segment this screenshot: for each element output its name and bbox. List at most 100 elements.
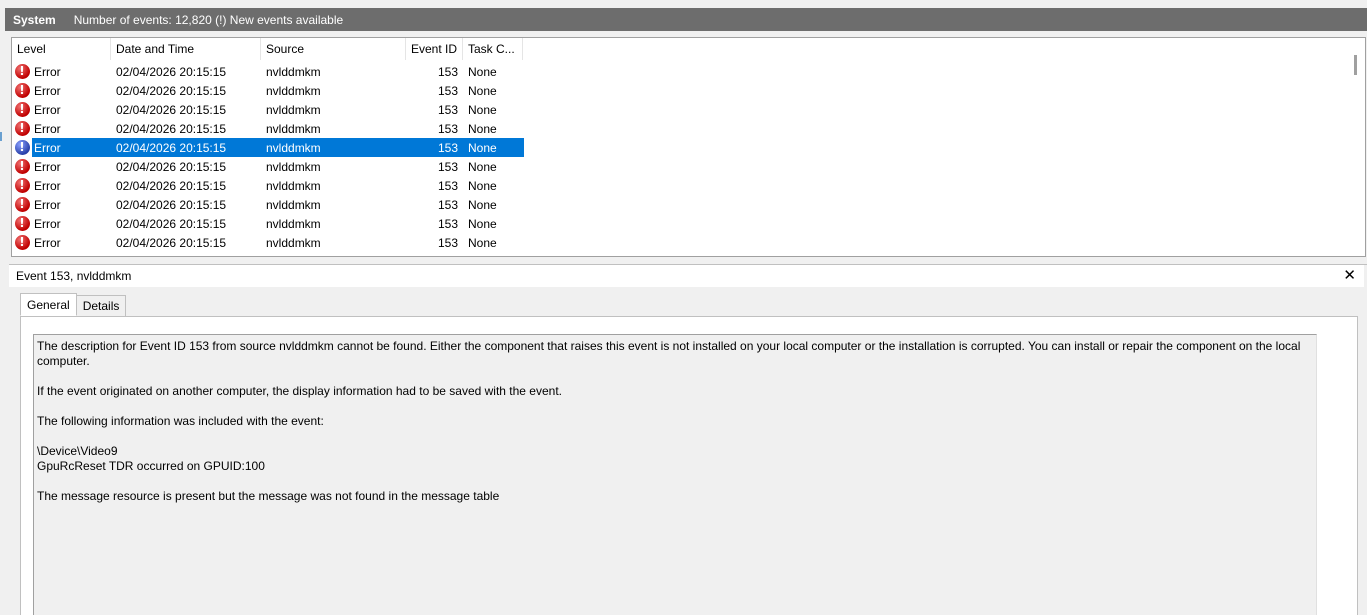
- error-icon: !: [14, 235, 30, 250]
- cell-source: nvlddmkm: [266, 197, 321, 212]
- left-edge-marker: [0, 132, 2, 141]
- cell-source: nvlddmkm: [266, 121, 321, 136]
- table-row[interactable]: ! Error 02/04/2026 20:15:15 nvlddmkm 153 None: [12, 157, 524, 176]
- error-icon: !: [14, 64, 30, 79]
- cell-level: Error: [34, 178, 61, 193]
- level-icon-cell: !: [12, 119, 32, 138]
- level-icon-cell: !: [12, 81, 32, 100]
- cell-date: 02/04/2026 20:15:15: [116, 121, 227, 136]
- cell-source: nvlddmkm: [266, 102, 321, 117]
- general-tab-body: The description for Event ID 153 from so…: [20, 316, 1358, 615]
- cell-task-category: None: [468, 121, 497, 136]
- cell-event-id: 153: [437, 159, 458, 174]
- column-header-event-id[interactable]: Event ID: [406, 38, 463, 60]
- cell-level: Error: [34, 197, 61, 212]
- close-icon[interactable]: ✕: [1343, 267, 1356, 285]
- error-icon: !: [14, 178, 30, 193]
- cell-task-category: None: [468, 216, 497, 231]
- cell-date: 02/04/2026 20:15:15: [116, 197, 227, 212]
- error-icon: !: [14, 159, 30, 174]
- error-icon: !: [14, 83, 30, 98]
- cell-source: nvlddmkm: [261, 140, 406, 155]
- cell-task-category: None: [468, 64, 497, 79]
- table-row[interactable]: ! Error 02/04/2026 20:15:15 nvlddmkm 153 None: [12, 176, 524, 195]
- event-list-scrollbar[interactable]: [1348, 38, 1365, 256]
- level-icon-cell: !: [12, 233, 32, 252]
- cell-event-id: 153: [437, 178, 458, 193]
- table-row[interactable]: ! Error 02/04/2026 20:15:15 nvlddmkm 153 None: [12, 138, 524, 157]
- cell-source: nvlddmkm: [266, 178, 321, 193]
- cell-source: nvlddmkm: [266, 83, 321, 98]
- level-icon-cell: !: [12, 62, 32, 81]
- cell-source: nvlddmkm: [266, 159, 321, 174]
- cell-task-category: None: [468, 197, 497, 212]
- level-icon-cell: !: [12, 214, 32, 233]
- cell-source: nvlddmkm: [266, 235, 321, 250]
- log-titlebar: System Number of events: 12,820 (!) New …: [5, 8, 1367, 31]
- cell-date: 02/04/2026 20:15:15: [116, 178, 227, 193]
- scrollbar-thumb[interactable]: [1354, 55, 1357, 75]
- cell-level: Error: [34, 216, 61, 231]
- error-icon: !: [14, 140, 30, 155]
- level-icon-cell: !: [12, 157, 32, 176]
- level-icon-cell: !: [12, 100, 32, 119]
- event-description[interactable]: The description for Event ID 153 from so…: [33, 334, 1317, 615]
- table-row[interactable]: ! Error 02/04/2026 20:15:15 nvlddmkm 153 None: [12, 119, 524, 138]
- description-paragraph: \Device\Video9 GpuRcReset TDR occurred o…: [37, 444, 265, 473]
- cell-event-id: 153: [406, 140, 463, 155]
- tab-general[interactable]: General: [20, 293, 77, 316]
- cell-task-category: None: [468, 178, 497, 193]
- table-row[interactable]: ! Error 02/04/2026 20:15:15 nvlddmkm 153 None: [12, 214, 524, 233]
- error-icon: !: [14, 216, 30, 231]
- cell-date: 02/04/2026 20:15:15: [111, 140, 261, 155]
- column-header-task-category[interactable]: Task C...: [463, 38, 523, 60]
- cell-level: Error: [34, 121, 61, 136]
- cell-event-id: 153: [437, 83, 458, 98]
- description-paragraph: The following information was included w…: [37, 414, 324, 428]
- cell-event-id: 153: [437, 121, 458, 136]
- description-paragraph: The description for Event ID 153 from so…: [37, 339, 1304, 368]
- level-icon-cell: !: [12, 138, 32, 157]
- description-paragraph: If the event originated on another compu…: [37, 384, 562, 398]
- table-row[interactable]: ! Error 02/04/2026 20:15:15 nvlddmkm 153 None: [12, 195, 524, 214]
- column-header-level[interactable]: Level: [12, 38, 111, 60]
- error-icon: !: [14, 102, 30, 117]
- table-row[interactable]: ! Error 02/04/2026 20:15:15 nvlddmkm 153 None: [12, 233, 524, 252]
- event-count-info[interactable]: Number of events: 12,820 (!) New events …: [74, 13, 343, 27]
- cell-date: 02/04/2026 20:15:15: [116, 83, 227, 98]
- column-header-date[interactable]: Date and Time: [111, 38, 261, 60]
- cell-date: 02/04/2026 20:15:15: [116, 102, 227, 117]
- cell-source: nvlddmkm: [266, 216, 321, 231]
- cell-task-category: None: [468, 102, 497, 117]
- table-row[interactable]: ! Error 02/04/2026 20:15:15 nvlddmkm 153 None: [12, 62, 524, 81]
- cell-event-id: 153: [437, 64, 458, 79]
- detail-tabs: General Details: [20, 293, 127, 317]
- cell-level: Error: [34, 64, 61, 79]
- event-list-header: Level Date and Time Source Event ID Task…: [12, 38, 524, 60]
- event-list[interactable]: Level Date and Time Source Event ID Task…: [11, 37, 1366, 257]
- cell-date: 02/04/2026 20:15:15: [116, 216, 227, 231]
- level-icon-cell: !: [12, 195, 32, 214]
- event-detail-title: Event 153, nvlddmkm: [16, 269, 132, 283]
- tab-details[interactable]: Details: [75, 295, 127, 316]
- error-icon: !: [14, 121, 30, 136]
- cell-task-category: None: [468, 159, 497, 174]
- table-row[interactable]: ! Error 02/04/2026 20:15:15 nvlddmkm 153 None: [12, 100, 524, 119]
- cell-level: Error: [34, 102, 61, 117]
- cell-source: nvlddmkm: [266, 64, 321, 79]
- cell-level: Error: [34, 235, 61, 250]
- cell-event-id: 153: [437, 102, 458, 117]
- cell-task-category: None: [468, 83, 497, 98]
- event-detail-header: Event 153, nvlddmkm: [9, 265, 1364, 287]
- cell-event-id: 153: [437, 235, 458, 250]
- cell-date: 02/04/2026 20:15:15: [116, 159, 227, 174]
- cell-date: 02/04/2026 20:15:15: [116, 235, 227, 250]
- cell-level: Error: [32, 140, 111, 155]
- cell-task-category: None: [463, 140, 523, 155]
- description-paragraph: The message resource is present but the …: [37, 489, 500, 503]
- table-row[interactable]: ! Error 02/04/2026 20:15:15 nvlddmkm 153 None: [12, 81, 524, 100]
- event-detail-pane: Event 153, nvlddmkm ✕ General Details Th…: [9, 264, 1367, 615]
- column-header-source[interactable]: Source: [261, 38, 406, 60]
- cell-event-id: 153: [437, 197, 458, 212]
- pane-splitter[interactable]: [9, 257, 1367, 264]
